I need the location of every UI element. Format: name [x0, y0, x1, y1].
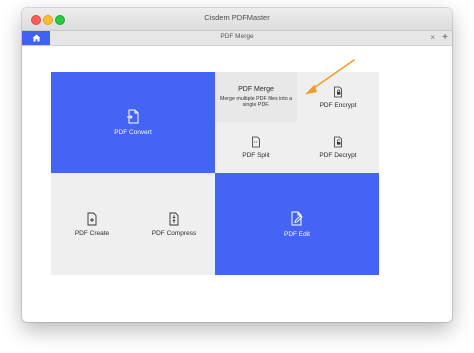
tile-pdf-create[interactable]: PDF Create	[51, 173, 133, 275]
split-document-icon	[252, 136, 260, 148]
create-document-icon	[87, 212, 97, 225]
tile-label: PDF Convert	[114, 129, 152, 136]
unlock-document-icon	[334, 136, 342, 148]
tab-close-button[interactable]: ×	[430, 32, 435, 44]
convert-document-icon	[127, 109, 139, 124]
tile-description: Merge multiple PDF files into a single P…	[219, 95, 293, 109]
window-title: Cisdem PDFMaster	[204, 13, 270, 22]
tile-pdf-decrypt[interactable]: PDF Decrypt	[297, 122, 379, 173]
tile-label: PDF Create	[74, 229, 110, 237]
tile-pdf-compress[interactable]: PDF Compress	[133, 173, 215, 275]
tile-pdf-split[interactable]: PDF Split	[215, 122, 297, 173]
tile-pdf-encrypt[interactable]: PDF Encrypt	[297, 72, 379, 122]
tile-pdf-convert[interactable]: PDF Convert	[51, 72, 215, 173]
tile-pdf-merge[interactable]: PDF Merge Merge multiple PDF files into …	[215, 72, 297, 122]
tab-pdf-merge[interactable]: PDF Merge	[22, 33, 452, 40]
tile-label: PDF Decrypt	[319, 152, 357, 159]
tool-grid: PDF Convert PDF Merge Merge multiple PDF…	[51, 72, 379, 275]
compress-document-icon	[169, 212, 179, 225]
new-tab-button[interactable]: +	[442, 31, 448, 44]
tile-label: PDF Merge	[238, 85, 274, 93]
tile-label: PDF Compress	[151, 229, 197, 237]
tile-label: PDF Split	[242, 152, 270, 159]
edit-document-icon	[291, 211, 303, 225]
tile-pdf-edit[interactable]: PDF Edit	[215, 173, 379, 275]
lock-document-icon	[334, 86, 342, 97]
title-bar: Cisdem PDFMaster	[22, 8, 452, 31]
tile-label: PDF Edit	[283, 230, 310, 238]
tab-bar: PDF Merge × +	[22, 31, 452, 46]
tile-label: PDF Encrypt	[319, 101, 357, 109]
